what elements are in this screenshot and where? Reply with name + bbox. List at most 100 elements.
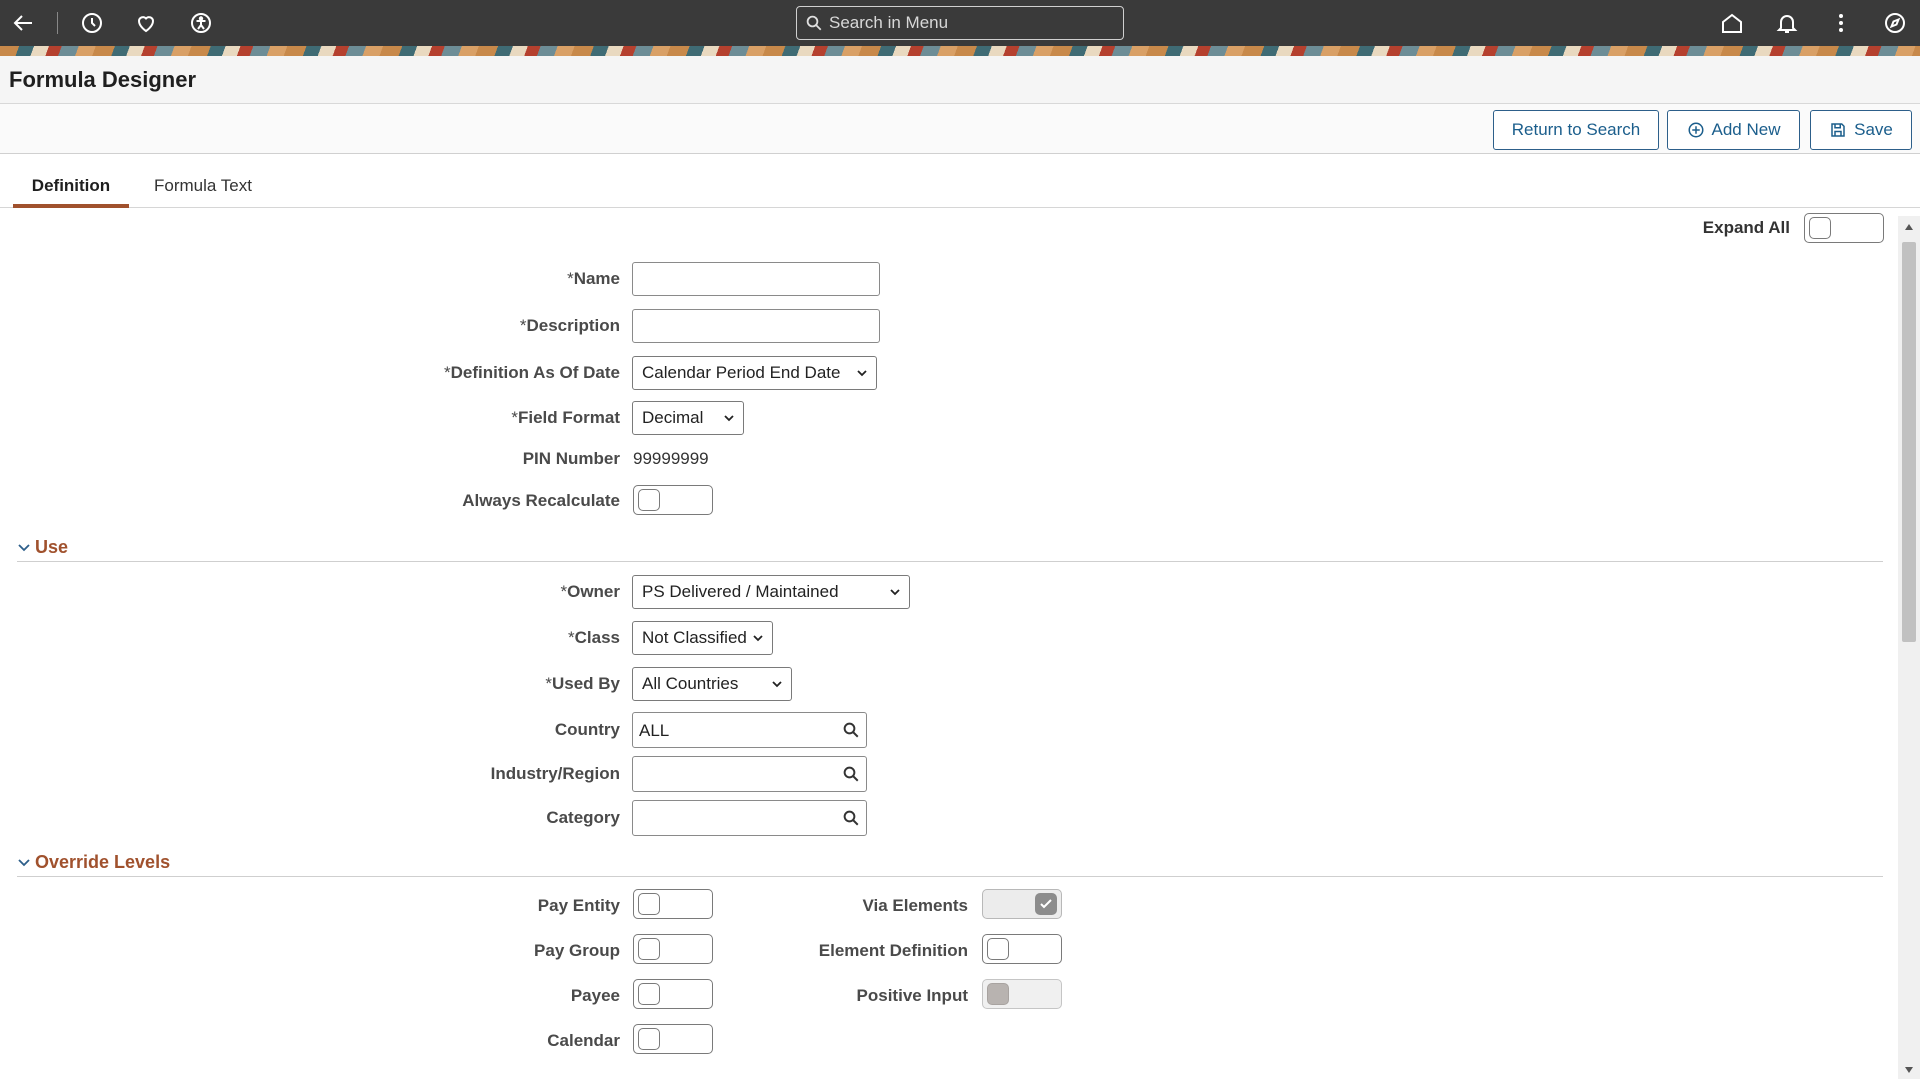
menu-search-input[interactable]	[829, 10, 1117, 36]
element-definition-label: Element Definition	[819, 941, 968, 961]
always-recalculate-label: Always Recalculate	[462, 491, 620, 511]
toggle-knob	[1809, 217, 1831, 239]
name-input[interactable]	[632, 262, 880, 296]
pay-entity-label: Pay Entity	[538, 896, 620, 916]
save-label: Save	[1854, 120, 1893, 140]
toggle-knob	[638, 1028, 660, 1050]
calendar-label: Calendar	[547, 1031, 620, 1051]
pin-number-value: 99999999	[633, 449, 709, 469]
tab-formula-text[interactable]: Formula Text	[145, 176, 261, 208]
description-label: *Description	[520, 316, 620, 336]
field-format-select[interactable]: Decimal	[632, 401, 744, 435]
history-icon[interactable]	[80, 11, 104, 35]
pay-entity-toggle[interactable]	[633, 889, 713, 919]
scrollbar-thumb[interactable]	[1902, 242, 1916, 642]
save-button[interactable]: Save	[1810, 110, 1912, 150]
toggle-knob	[638, 893, 660, 915]
chevron-down-icon	[17, 540, 31, 554]
description-input[interactable]	[632, 309, 880, 343]
class-select[interactable]: Not Classified	[632, 621, 773, 655]
home-icon[interactable]	[1720, 11, 1744, 35]
search-icon[interactable]	[842, 721, 860, 739]
used-by-label: *Used By	[545, 674, 620, 694]
name-label: *Name	[567, 269, 620, 289]
use-section-header[interactable]: Use	[17, 535, 68, 559]
class-label: *Class	[568, 628, 620, 648]
definition-as-of-date-select[interactable]: Calendar Period End Date	[632, 356, 877, 390]
positive-input-label: Positive Input	[857, 986, 968, 1006]
definition-as-of-date-value: Calendar Period End Date	[642, 363, 840, 383]
category-prompt-field[interactable]	[632, 800, 867, 836]
toggle-knob	[638, 983, 660, 1005]
owner-label: *Owner	[560, 582, 620, 602]
page-title-bar: Formula Designer	[0, 56, 1920, 104]
page-title: Formula Designer	[9, 67, 196, 93]
search-icon	[805, 14, 823, 32]
owner-select[interactable]: PS Delivered / Maintained	[632, 575, 910, 609]
override-levels-divider	[17, 876, 1883, 877]
top-navigation-bar	[0, 0, 1920, 46]
vertical-scrollbar[interactable]	[1898, 216, 1920, 1079]
country-label: Country	[555, 720, 620, 740]
chevron-down-icon	[856, 367, 868, 379]
checkmark-icon	[1038, 896, 1054, 912]
industry-region-prompt-field[interactable]	[632, 756, 867, 792]
scroll-up-arrow-icon[interactable]	[1903, 222, 1915, 232]
favorites-heart-icon[interactable]	[134, 11, 158, 35]
toggle-knob	[638, 489, 660, 511]
override-levels-section-header[interactable]: Override Levels	[17, 850, 170, 874]
tab-formula-text-label: Formula Text	[154, 176, 252, 195]
via-elements-label: Via Elements	[862, 896, 968, 916]
expand-all-label: Expand All	[1703, 218, 1790, 238]
tab-definition[interactable]: Definition	[13, 176, 129, 208]
element-definition-toggle[interactable]	[982, 934, 1062, 964]
navigator-compass-icon[interactable]	[1883, 11, 1907, 35]
toggle-knob	[987, 938, 1009, 960]
use-section-title: Use	[35, 537, 68, 558]
field-format-label: *Field Format	[511, 408, 620, 428]
search-icon[interactable]	[842, 809, 860, 827]
pay-group-toggle[interactable]	[633, 934, 713, 964]
field-format-value: Decimal	[642, 408, 703, 428]
owner-value: PS Delivered / Maintained	[642, 582, 839, 602]
chevron-down-icon	[723, 412, 735, 424]
always-recalculate-toggle[interactable]	[633, 485, 713, 515]
add-circle-icon	[1687, 121, 1705, 139]
expand-all-toggle[interactable]	[1804, 213, 1884, 243]
toggle-knob	[987, 983, 1009, 1005]
used-by-value: All Countries	[642, 674, 738, 694]
chevron-down-icon	[752, 632, 764, 644]
add-new-label: Add New	[1712, 120, 1781, 140]
chevron-down-icon	[771, 678, 783, 690]
class-value: Not Classified	[642, 628, 747, 648]
return-to-search-label: Return to Search	[1512, 120, 1641, 140]
pin-number-label: PIN Number	[523, 449, 620, 469]
topbar-divider	[57, 12, 58, 34]
payee-toggle[interactable]	[633, 979, 713, 1009]
accessibility-icon[interactable]	[189, 11, 213, 35]
chevron-down-icon	[17, 855, 31, 869]
override-levels-section-title: Override Levels	[35, 852, 170, 873]
calendar-toggle[interactable]	[633, 1024, 713, 1054]
industry-region-label: Industry/Region	[491, 764, 620, 784]
use-section-divider	[17, 561, 1883, 562]
scroll-down-arrow-icon[interactable]	[1903, 1065, 1915, 1075]
back-arrow-icon[interactable]	[11, 11, 35, 35]
definition-as-of-date-label: *Definition As Of Date	[444, 363, 620, 383]
country-prompt-field[interactable]: ALL	[632, 712, 867, 748]
used-by-select[interactable]: All Countries	[632, 667, 792, 701]
via-elements-toggle[interactable]	[982, 889, 1062, 919]
tab-definition-label: Definition	[32, 176, 110, 195]
category-label: Category	[546, 808, 620, 828]
country-value: ALL	[639, 721, 669, 741]
menu-search[interactable]	[796, 6, 1124, 40]
more-vertical-icon[interactable]	[1829, 11, 1853, 35]
add-new-button[interactable]: Add New	[1667, 110, 1800, 150]
page-toolbar: Return to Search Add New Save	[0, 104, 1920, 154]
toggle-knob	[638, 938, 660, 960]
payee-label: Payee	[571, 986, 620, 1006]
return-to-search-button[interactable]: Return to Search	[1493, 110, 1659, 150]
save-disk-icon	[1829, 121, 1847, 139]
search-icon[interactable]	[842, 765, 860, 783]
notifications-bell-icon[interactable]	[1775, 11, 1799, 35]
